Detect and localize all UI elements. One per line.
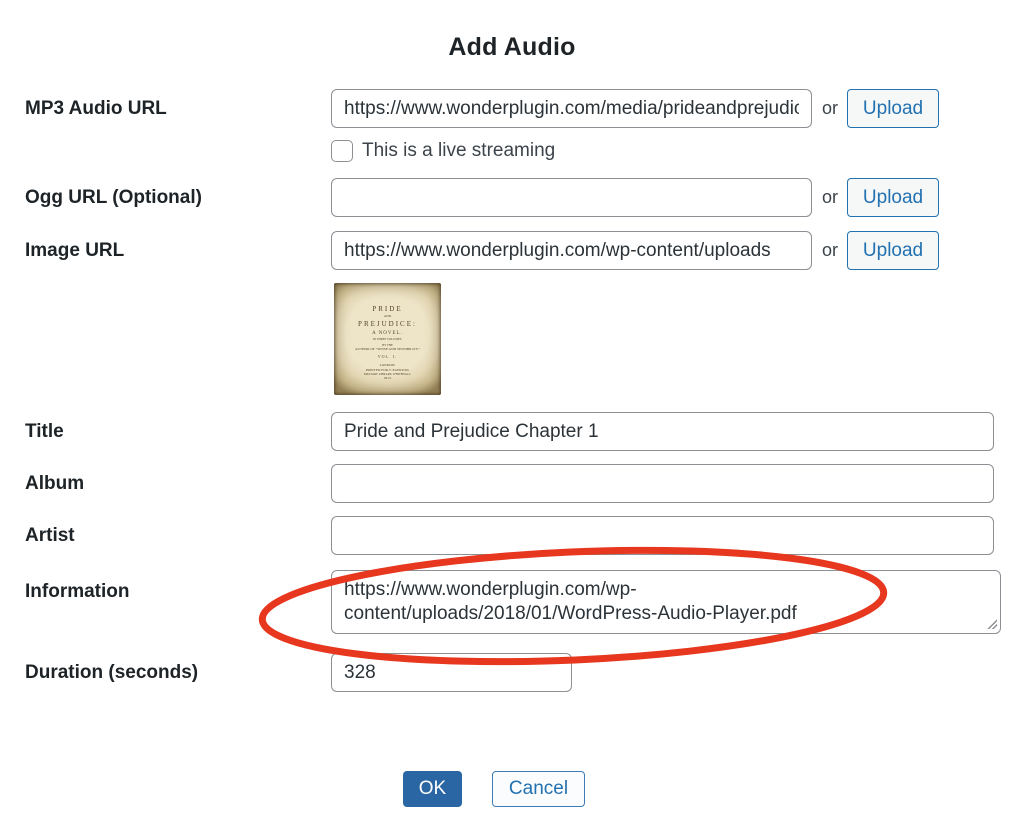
live-streaming-label: This is a live streaming <box>362 140 555 162</box>
image-url-label: Image URL <box>25 240 331 262</box>
information-textarea[interactable]: https://www.wonderplugin.com/wp- content… <box>331 570 1001 634</box>
album-label: Album <box>25 473 331 495</box>
information-row: Information https://www.wonderplugin.com… <box>25 570 1001 634</box>
ok-button[interactable]: OK <box>403 771 462 807</box>
ogg-upload-button[interactable]: Upload <box>847 178 939 217</box>
artist-row: Artist <box>25 516 994 555</box>
thumbnail-text-line: LONDON: <box>380 364 396 368</box>
album-input[interactable] <box>331 464 994 503</box>
image-url-row: Image URL or Upload <box>25 231 939 270</box>
information-textarea-wrap: https://www.wonderplugin.com/wp- content… <box>331 570 1001 634</box>
information-label: Information <box>25 570 331 603</box>
image-upload-button[interactable]: Upload <box>847 231 939 270</box>
duration-label: Duration (seconds) <box>25 662 331 684</box>
mp3-url-row: MP3 Audio URL or Upload <box>25 89 939 128</box>
mp3-url-input[interactable] <box>331 89 812 128</box>
resize-handle-icon[interactable] <box>986 618 997 629</box>
thumbnail-text-line: VOL. I. <box>378 355 398 359</box>
or-text: or <box>822 240 838 261</box>
image-url-input[interactable] <box>331 231 812 270</box>
thumbnail-text-line: AUTHOR OF "SENSE AND SENSIBILITY." <box>355 348 420 352</box>
thumbnail-text-line: PRIDE <box>372 306 402 313</box>
live-streaming-row: This is a live streaming <box>331 140 555 162</box>
or-text: or <box>822 187 838 208</box>
cancel-button[interactable]: Cancel <box>492 771 585 807</box>
artist-input[interactable] <box>331 516 994 555</box>
ogg-url-label: Ogg URL (Optional) <box>25 187 331 209</box>
live-streaming-checkbox[interactable] <box>331 140 353 162</box>
mp3-upload-button[interactable]: Upload <box>847 89 939 128</box>
duration-input[interactable] <box>331 653 572 692</box>
mp3-url-label: MP3 Audio URL <box>25 98 331 120</box>
artist-label: Artist <box>25 525 331 547</box>
thumbnail-text-line: PREJUDICE: <box>358 321 417 328</box>
thumbnail-text-line: 1813. <box>384 377 392 381</box>
duration-row: Duration (seconds) <box>25 653 572 692</box>
title-label: Title <box>25 421 331 443</box>
or-text: or <box>822 98 838 119</box>
add-audio-dialog: Add Audio MP3 Audio URL or Upload This i… <box>0 0 1024 829</box>
ogg-url-input[interactable] <box>331 178 812 217</box>
dialog-title: Add Audio <box>0 33 1024 62</box>
thumbnail-text-line: IN THREE VOLUMES. <box>373 338 402 341</box>
title-input[interactable] <box>331 412 994 451</box>
thumbnail-text-line: A NOVEL. <box>372 331 403 336</box>
album-row: Album <box>25 464 994 503</box>
title-row: Title <box>25 412 994 451</box>
thumbnail-text-line: AND <box>384 315 392 319</box>
dialog-actions: OK Cancel <box>403 771 585 807</box>
ogg-url-row: Ogg URL (Optional) or Upload <box>25 178 939 217</box>
audio-cover-thumbnail: PRIDE AND PREJUDICE: A NOVEL. IN THREE V… <box>334 283 441 395</box>
